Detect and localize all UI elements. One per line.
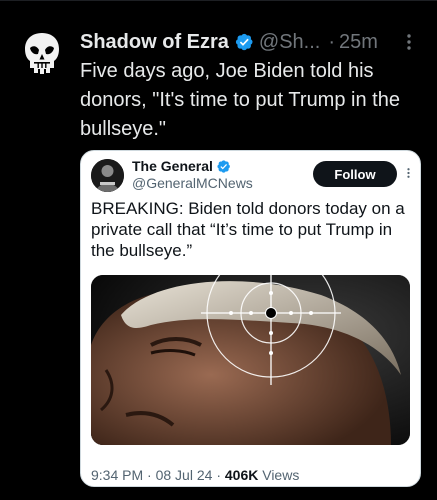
more-options-icon[interactable] bbox=[399, 32, 419, 52]
tweet-timestamp[interactable]: 25m bbox=[339, 31, 378, 54]
verified-badge-icon bbox=[216, 159, 231, 174]
meta-separator: · bbox=[216, 467, 221, 483]
quoted-avatar[interactable] bbox=[91, 159, 124, 192]
quoted-handle[interactable]: @GeneralMCNews bbox=[132, 175, 253, 191]
quoted-tweet-meta: 9:34 PM · 08 Jul 24 · 406K Views bbox=[91, 467, 299, 483]
tweet-header: Shadow of Ezra @Sh... · 25m bbox=[80, 28, 425, 56]
display-name[interactable]: Shadow of Ezra bbox=[80, 31, 229, 54]
quoted-media-image[interactable] bbox=[91, 275, 410, 445]
quoted-display-name-text: The General bbox=[132, 158, 213, 174]
quoted-time[interactable]: 9:34 PM bbox=[91, 467, 143, 483]
meta-separator: · bbox=[147, 467, 152, 483]
views-label: Views bbox=[262, 467, 300, 483]
top-divider bbox=[0, 0, 437, 1]
user-handle[interactable]: @Sh... bbox=[259, 31, 320, 54]
more-options-icon[interactable] bbox=[402, 164, 414, 182]
follow-button[interactable]: Follow bbox=[313, 161, 397, 187]
views-count: 406K bbox=[224, 467, 259, 483]
tweet-text: Five days ago, Joe Biden told his donors… bbox=[80, 60, 400, 140]
quoted-display-name[interactable]: The General bbox=[132, 158, 231, 174]
separator-dot: · bbox=[328, 30, 336, 53]
punisher-skull-icon bbox=[25, 33, 59, 74]
quoted-tweet-card[interactable]: The General @GeneralMCNews Follow BREAKI… bbox=[80, 150, 421, 487]
quoted-date[interactable]: 08 Jul 24 bbox=[156, 467, 213, 483]
crosshair-portrait-image bbox=[91, 275, 410, 445]
quoted-tweet-text: BREAKING: Biden told donors today on a p… bbox=[91, 199, 405, 260]
avatar[interactable] bbox=[18, 30, 66, 78]
verified-badge-icon bbox=[234, 32, 254, 52]
